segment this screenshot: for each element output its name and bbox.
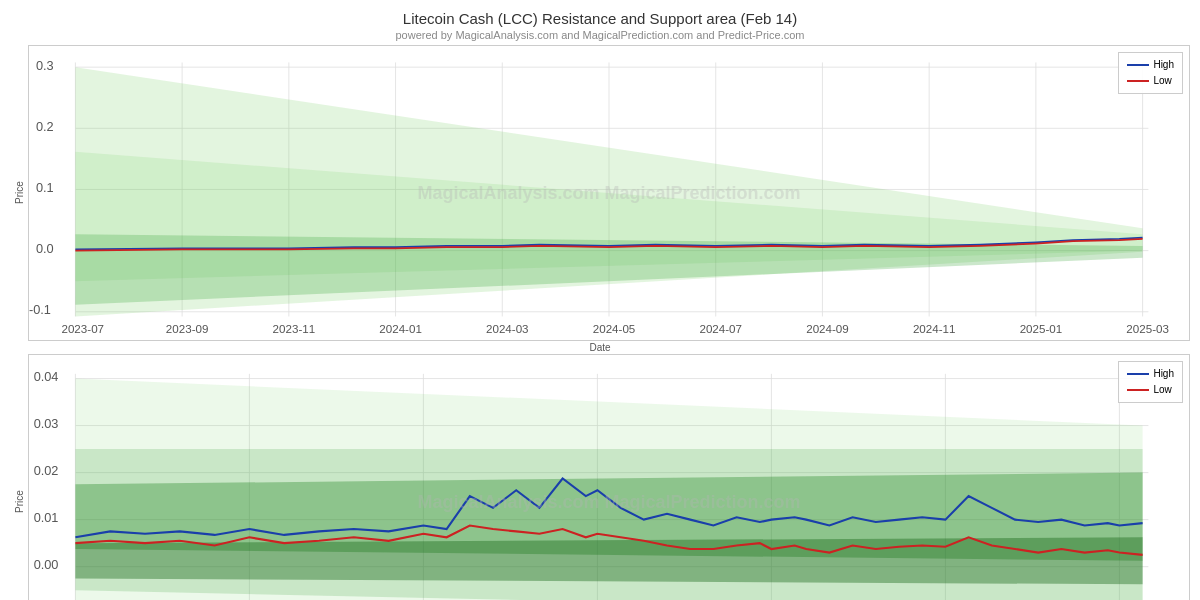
svg-text:0.3: 0.3 — [36, 57, 54, 72]
bottom-legend-low: Low — [1127, 382, 1174, 398]
svg-text:2023-11: 2023-11 — [273, 322, 316, 335]
svg-text:2023-07: 2023-07 — [61, 322, 104, 335]
svg-text:2025-03: 2025-03 — [1126, 322, 1169, 335]
top-legend-high: High — [1127, 57, 1174, 73]
svg-text:2023-09: 2023-09 — [166, 322, 209, 335]
top-legend-low: Low — [1127, 73, 1174, 89]
svg-text:2024-03: 2024-03 — [486, 322, 529, 335]
top-chart-svg: 0.3 0.2 0.1 0.0 -0.1 — [29, 46, 1189, 340]
svg-text:2024-07: 2024-07 — [699, 322, 742, 335]
high-line-icon — [1127, 64, 1149, 66]
svg-text:2024-09: 2024-09 — [806, 322, 849, 335]
svg-text:0.04: 0.04 — [34, 369, 59, 384]
svg-text:0.1: 0.1 — [36, 180, 54, 195]
svg-text:0.02: 0.02 — [34, 463, 59, 478]
page-container: Litecoin Cash (LCC) Resistance and Suppo… — [0, 0, 1200, 600]
bottom-legend: High Low — [1118, 361, 1183, 403]
top-x-axis-label: Date — [10, 342, 1190, 353]
bottom-dark-green — [75, 537, 1142, 584]
top-legend-high-label: High — [1153, 57, 1174, 73]
bottom-chart-svg: 0.04 0.03 0.02 0.01 0.00 -0.01 — [29, 355, 1189, 600]
svg-text:2024-05: 2024-05 — [593, 322, 636, 335]
bottom-legend-low-label: Low — [1153, 382, 1171, 398]
svg-text:0.00: 0.00 — [34, 557, 59, 572]
top-y-label: Price — [10, 45, 28, 341]
bottom-chart-wrapper: Price MagicalAnalysis.com MagicalPredict… — [10, 354, 1190, 600]
svg-text:2025-01: 2025-01 — [1020, 322, 1063, 335]
svg-text:-0.1: -0.1 — [29, 302, 51, 317]
bottom-legend-high: High — [1127, 366, 1174, 382]
bottom-chart-area: MagicalAnalysis.com MagicalPrediction.co… — [28, 354, 1190, 600]
svg-text:2024-11: 2024-11 — [913, 322, 956, 335]
chart-title: Litecoin Cash (LCC) Resistance and Suppo… — [10, 10, 1190, 27]
bottom-legend-high-label: High — [1153, 366, 1174, 382]
low-line-icon — [1127, 80, 1149, 82]
bottom-high-line-icon — [1127, 373, 1149, 375]
top-chart-area: MagicalAnalysis.com MagicalPrediction.co… — [28, 45, 1190, 341]
chart-subtitle: powered by MagicalAnalysis.com and Magic… — [10, 29, 1190, 41]
bottom-low-line-icon — [1127, 389, 1149, 391]
top-legend: High Low — [1118, 52, 1183, 94]
charts-container: Price MagicalAnalysis.com MagicalPredict… — [10, 45, 1190, 600]
bottom-y-label: Price — [10, 354, 28, 600]
svg-text:0.03: 0.03 — [34, 416, 59, 431]
top-legend-low-label: Low — [1153, 73, 1171, 89]
svg-text:2024-01: 2024-01 — [379, 322, 422, 335]
svg-text:0.2: 0.2 — [36, 119, 54, 134]
svg-text:0.0: 0.0 — [36, 241, 54, 256]
svg-text:0.01: 0.01 — [34, 510, 59, 525]
top-chart-wrapper: Price MagicalAnalysis.com MagicalPredict… — [10, 45, 1190, 341]
